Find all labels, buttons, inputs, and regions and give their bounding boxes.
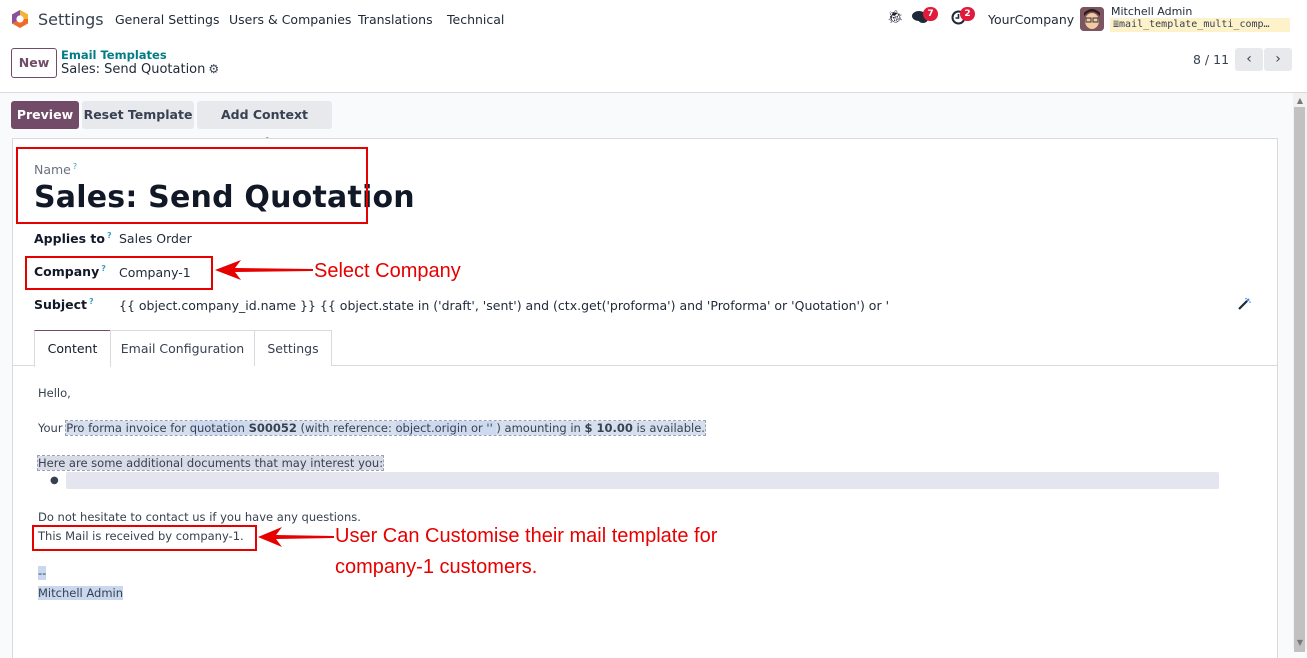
signature-name: Mitchell Admin [38, 586, 124, 600]
preview-button[interactable]: Preview [11, 101, 79, 129]
pager-value[interactable]: 8 / 11 [1193, 52, 1229, 67]
tab-email-configuration[interactable]: Email Configuration [110, 330, 255, 366]
user-avatar[interactable] [1080, 7, 1104, 31]
menu-general-settings[interactable]: General Settings [115, 12, 220, 27]
database-name: mail_template_multi_comp… [1119, 19, 1270, 30]
annotation-box-company [25, 256, 213, 290]
subject-label: Subject? [34, 297, 94, 313]
app-name[interactable]: Settings [38, 10, 104, 29]
database-badge: ≣mail_template_multi_comp… [1110, 18, 1290, 32]
menu-translations[interactable]: Translations [358, 12, 433, 27]
dynamic-placeholder: Pro forma invoice for quotation S00052 (… [65, 420, 706, 436]
messages-count-badge: 7 [923, 7, 938, 21]
order-number: S00052 [248, 421, 297, 435]
company-switcher[interactable]: YourCompany [988, 12, 1074, 27]
record-title-text: Sales: Send Quotation [61, 62, 206, 77]
breadcrumb-email-templates[interactable]: Email Templates [61, 48, 167, 62]
gear-icon[interactable]: ⚙ [208, 62, 219, 76]
greeting-text: Hello, [38, 386, 71, 400]
reset-template-button[interactable]: Reset Template [82, 101, 194, 129]
contact-line: Do not hesitate to contact us if you hav… [38, 510, 361, 524]
bug-icon[interactable]: 🐞︎ [887, 10, 904, 25]
top-navbar: Settings General Settings Users & Compan… [0, 0, 1307, 40]
pager-previous-button[interactable]: ‹ [1235, 48, 1263, 71]
subject-field[interactable]: {{ object.company_id.name }} {{ object.s… [119, 298, 889, 313]
annotation-select-company: Select Company [314, 260, 461, 282]
magic-wand-icon[interactable] [1237, 297, 1251, 315]
chevron-left-icon: ‹ [1246, 51, 1252, 67]
user-name[interactable]: Mitchell Admin [1111, 5, 1192, 18]
applies-to-field[interactable]: Sales Order [119, 231, 192, 246]
menu-technical[interactable]: Technical [447, 12, 504, 27]
annotation-arrow-custom-line [258, 527, 334, 547]
annotation-customise-line1: User Can Customise their mail template f… [335, 525, 718, 547]
activities-count-badge: 2 [960, 7, 975, 21]
scroll-up-arrow-icon[interactable]: ▲ [1293, 95, 1307, 107]
documents-placeholder [66, 472, 1219, 489]
annotation-arrow-company [215, 260, 313, 280]
annotation-customise-line2: company-1 customers. [335, 556, 538, 578]
signature-separator: -- [38, 566, 47, 580]
annotation-box-name [16, 147, 368, 224]
chevron-right-icon: › [1275, 51, 1281, 67]
breadcrumb-current-record: Sales: Send Quotation ⚙ [61, 62, 219, 77]
new-button[interactable]: New [11, 48, 57, 78]
scrollbar-thumb[interactable] [1294, 107, 1305, 652]
documents-line: Here are some additional documents that … [36, 455, 385, 471]
pager-next-button[interactable]: › [1264, 48, 1292, 71]
tab-settings[interactable]: Settings [254, 330, 332, 366]
annotation-box-custom-line [32, 525, 257, 551]
invoice-line: Your Pro forma invoice for quotation S00… [38, 420, 706, 436]
add-context-action-button[interactable]: Add Context Action [197, 101, 332, 150]
menu-users-companies[interactable]: Users & Companies [229, 12, 351, 27]
vertical-scrollbar[interactable]: ▲ ▼ [1293, 93, 1307, 652]
order-amount: $ 10.00 [584, 421, 633, 435]
control-panel: New Email Templates Sales: Send Quotatio… [0, 40, 1307, 93]
tab-content[interactable]: Content [34, 330, 111, 367]
list-bullet: ● [50, 475, 59, 486]
odoo-logo-icon[interactable] [10, 9, 30, 29]
applies-to-label: Applies to? [34, 231, 112, 247]
help-tooltip-icon[interactable]: ? [107, 231, 112, 240]
help-tooltip-icon[interactable]: ? [89, 297, 94, 306]
scroll-down-arrow-icon[interactable]: ▼ [1293, 637, 1307, 649]
